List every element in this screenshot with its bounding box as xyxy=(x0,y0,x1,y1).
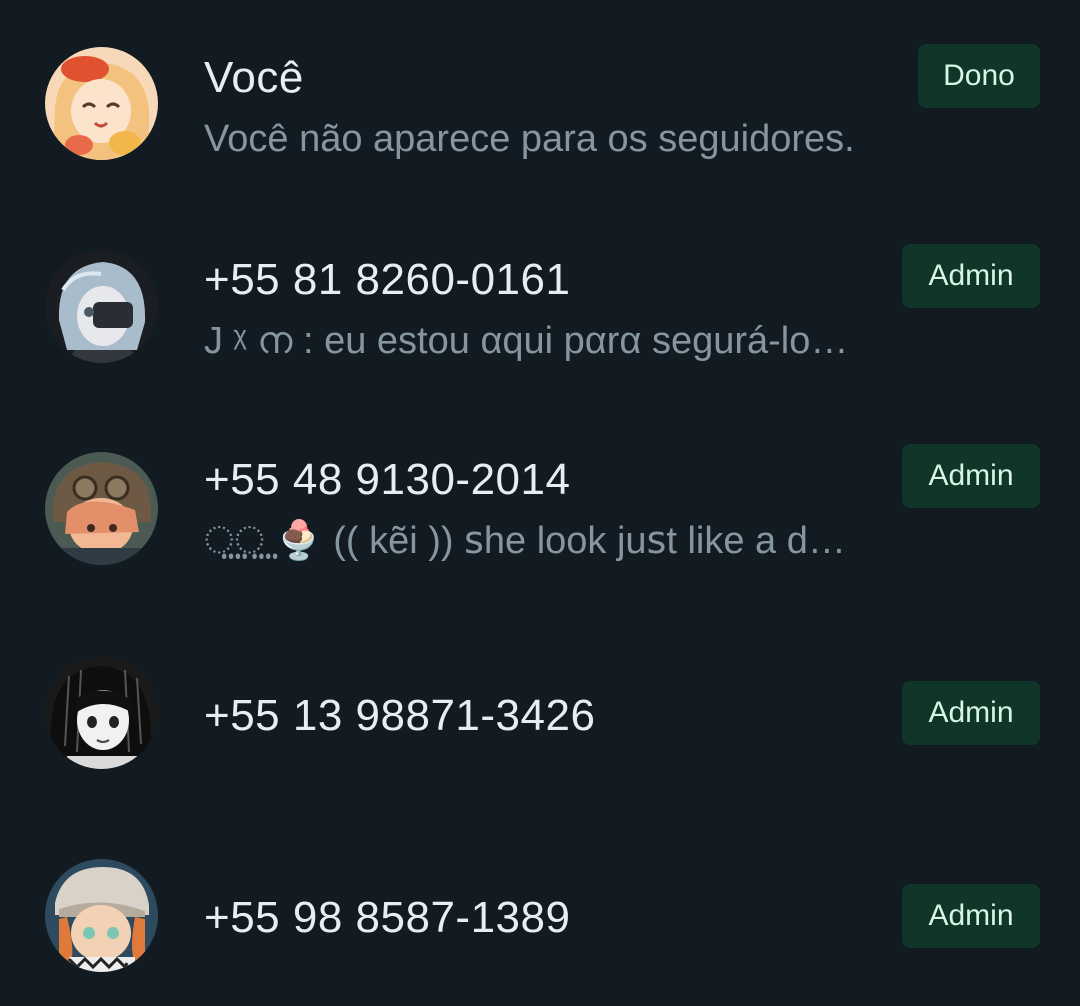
participant-name: +55 13 98871-3426 xyxy=(204,691,596,740)
avatar[interactable] xyxy=(45,656,158,769)
role-badge-admin: Admin xyxy=(902,444,1040,508)
avatar[interactable] xyxy=(45,250,158,363)
role-badge-owner: Dono xyxy=(918,44,1040,108)
participant-name: +55 81 8260-0161 xyxy=(204,255,571,304)
participant-status: Você não aparece para os seguidores. xyxy=(204,118,855,160)
participant-row-you[interactable]: Você Você não aparece para os seguidores… xyxy=(0,0,1080,200)
participant-row[interactable]: +55 48 9130-2014 ⵿⵿ 🍨 (( kẽi )) ꜱhe look… xyxy=(0,400,1080,600)
avatar[interactable] xyxy=(45,452,158,565)
participant-name: Você xyxy=(204,53,304,102)
participant-row[interactable]: +55 13 98871-3426 Admin xyxy=(0,600,1080,800)
participant-list: Você Você não aparece para os seguidores… xyxy=(0,0,1080,1006)
participant-name: +55 48 9130-2014 xyxy=(204,455,571,504)
role-badge-admin: Admin xyxy=(902,884,1040,948)
participant-status: J ᵡ ന : eu estou αqui pαrα segurá-lo… xyxy=(204,320,849,362)
anime-avatar-blonde-red-beret-icon xyxy=(45,47,158,160)
role-badge-admin: Admin xyxy=(902,681,1040,745)
anime-avatar-aviator-goggles-icon xyxy=(45,452,158,565)
avatar[interactable] xyxy=(45,859,158,972)
participant-row[interactable]: +55 81 8260-0161 J ᵡ ന : eu estou αqui p… xyxy=(0,200,1080,400)
anime-avatar-fur-hat-icon xyxy=(45,859,158,972)
anime-avatar-monochrome-icon xyxy=(45,656,158,769)
role-badge-admin: Admin xyxy=(902,244,1040,308)
avatar[interactable] xyxy=(45,47,158,160)
participant-row[interactable]: +55 98 8587-1389 Admin xyxy=(0,800,1080,1000)
anime-avatar-silver-hair-icon xyxy=(45,250,158,363)
participant-status: ⵿⵿ 🍨 (( kẽi )) ꜱhe look juꜱt like a d… xyxy=(204,520,846,562)
participant-name: +55 98 8587-1389 xyxy=(204,893,571,942)
